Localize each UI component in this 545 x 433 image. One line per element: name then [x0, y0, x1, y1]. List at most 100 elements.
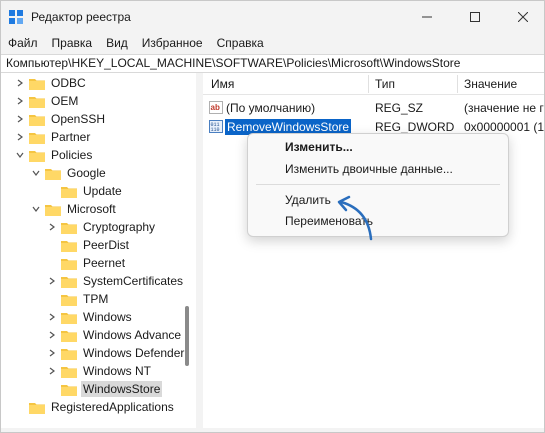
chevron-right-icon[interactable]	[47, 348, 57, 358]
window-title: Редактор реестра	[31, 10, 131, 24]
svg-text:110: 110	[211, 127, 220, 133]
column-value[interactable]: Значение	[464, 77, 517, 91]
tree-scrollbar-thumb[interactable]	[185, 306, 189, 366]
chevron-right-icon[interactable]	[47, 276, 57, 286]
chevron-right-icon[interactable]	[47, 222, 57, 232]
folder-icon	[29, 96, 45, 108]
menu-view[interactable]: Вид	[99, 33, 135, 53]
tree-item-windows[interactable]: Windows	[47, 308, 134, 326]
folder-icon	[61, 312, 77, 324]
menu-edit[interactable]: Правка	[45, 33, 100, 53]
tree-label: Partner	[51, 130, 91, 144]
tree-item-tpm[interactable]: TPM	[61, 290, 110, 308]
column-divider[interactable]	[368, 75, 369, 93]
tree-label: OpenSSH	[51, 112, 106, 126]
tree-item-cryptography[interactable]: Cryptography	[47, 218, 157, 236]
close-button[interactable]	[509, 5, 537, 29]
menu-file[interactable]: Файл	[1, 33, 45, 53]
tree-label: Windows Advance	[83, 328, 182, 342]
chevron-right-icon[interactable]	[15, 132, 25, 142]
chevron-down-icon[interactable]	[31, 204, 41, 214]
menu-bar: Файл Правка Вид Избранное Справка	[1, 33, 544, 53]
menu-favorites[interactable]: Избранное	[135, 33, 210, 53]
tree-item-google[interactable]: Google	[31, 164, 108, 182]
folder-open-icon	[45, 168, 61, 180]
tree-item-odbc[interactable]: ODBC	[15, 74, 88, 92]
address-bar[interactable]: Компьютер\HKEY_LOCAL_MACHINE\SOFTWARE\Po…	[1, 54, 544, 73]
svg-text:ab: ab	[211, 103, 220, 112]
context-modify[interactable]: Изменить...	[285, 140, 353, 154]
folder-icon	[61, 384, 77, 396]
tree-item-windows-advance[interactable]: Windows Advance	[47, 326, 183, 344]
tree-item-systemcertificates[interactable]: SystemCertificates	[47, 272, 185, 290]
tree-item-microsoft[interactable]: Microsoft	[31, 200, 118, 218]
tree-item-peernet[interactable]: Peernet	[61, 254, 127, 272]
annotation-arrow-icon	[337, 195, 373, 241]
chevron-down-icon[interactable]	[15, 150, 25, 160]
tree-label: Windows NT	[83, 364, 152, 378]
menu-help[interactable]: Справка	[210, 33, 271, 53]
tree-label: WindowsStore	[81, 381, 163, 397]
maximize-icon	[470, 12, 480, 22]
tree-label: RegisteredApplications	[51, 400, 174, 414]
column-divider[interactable]	[457, 75, 458, 93]
chevron-right-icon[interactable]	[15, 78, 25, 88]
string-value-icon: ab	[209, 101, 223, 114]
column-name[interactable]: Имя	[211, 77, 234, 91]
tree-item-windowsstore[interactable]: WindowsStore	[61, 380, 163, 398]
context-modify-binary[interactable]: Изменить двоичные данные...	[285, 162, 453, 176]
folder-icon	[29, 402, 45, 414]
tree-item-windows-nt[interactable]: Windows NT	[47, 362, 153, 380]
value-type: REG_SZ	[375, 101, 424, 115]
tree-label: PeerDist	[83, 238, 130, 252]
tree-item-update[interactable]: Update	[61, 182, 124, 200]
tree-label: Microsoft	[67, 202, 116, 216]
tree-label: Windows	[83, 310, 132, 324]
tree-label: Update	[83, 184, 122, 198]
tree-label: Peernet	[83, 256, 126, 270]
chevron-right-icon[interactable]	[47, 312, 57, 322]
tree-label: Windows Defender	[83, 346, 185, 360]
tree-label: Policies	[51, 148, 93, 162]
folder-icon	[29, 132, 45, 144]
tree-item-oem[interactable]: OEM	[15, 92, 80, 110]
tree-item-policies[interactable]: Policies	[15, 146, 94, 164]
registry-editor-icon	[9, 10, 23, 24]
folder-icon	[61, 330, 77, 342]
folder-icon	[61, 258, 77, 270]
folder-icon	[61, 186, 77, 198]
tree-item-openssh[interactable]: OpenSSH	[15, 110, 107, 128]
binary-value-icon: 011 110	[209, 120, 223, 133]
folder-icon	[61, 294, 77, 306]
key-tree: ODBC OEM OpenSSH Partner Policies Google	[1, 73, 196, 428]
value-data: (значение не г	[464, 101, 544, 115]
column-type[interactable]: Тип	[375, 77, 395, 91]
chevron-right-icon[interactable]	[15, 96, 25, 106]
tree-label: SystemCertificates	[83, 274, 184, 288]
value-row-default[interactable]: ab (По умолчанию) REG_SZ (значение не г	[203, 99, 544, 117]
chevron-down-icon[interactable]	[31, 168, 41, 178]
tree-item-peerdist[interactable]: PeerDist	[61, 236, 131, 254]
tree-item-partner[interactable]: Partner	[15, 128, 92, 146]
minimize-icon	[422, 16, 432, 18]
tree-label: ODBC	[51, 76, 86, 90]
folder-icon	[61, 276, 77, 288]
tree-item-windows-defender[interactable]: Windows Defender	[47, 344, 186, 362]
close-icon	[518, 12, 528, 22]
tree-label: TPM	[83, 292, 109, 306]
title-bar: Редактор реестра	[1, 1, 544, 33]
list-header: Имя Тип Значение	[203, 73, 544, 95]
folder-icon	[61, 348, 77, 360]
folder-icon	[29, 114, 45, 126]
tree-label: OEM	[51, 94, 79, 108]
tree-item-registeredapplications[interactable]: RegisteredApplications	[15, 398, 176, 416]
folder-open-icon	[45, 204, 61, 216]
maximize-button[interactable]	[461, 5, 489, 29]
chevron-right-icon[interactable]	[47, 330, 57, 340]
chevron-right-icon[interactable]	[15, 114, 25, 124]
context-delete[interactable]: Удалить	[285, 193, 331, 207]
folder-open-icon	[29, 150, 45, 162]
tree-label: Cryptography	[83, 220, 156, 234]
minimize-button[interactable]	[413, 5, 441, 29]
chevron-right-icon[interactable]	[47, 366, 57, 376]
